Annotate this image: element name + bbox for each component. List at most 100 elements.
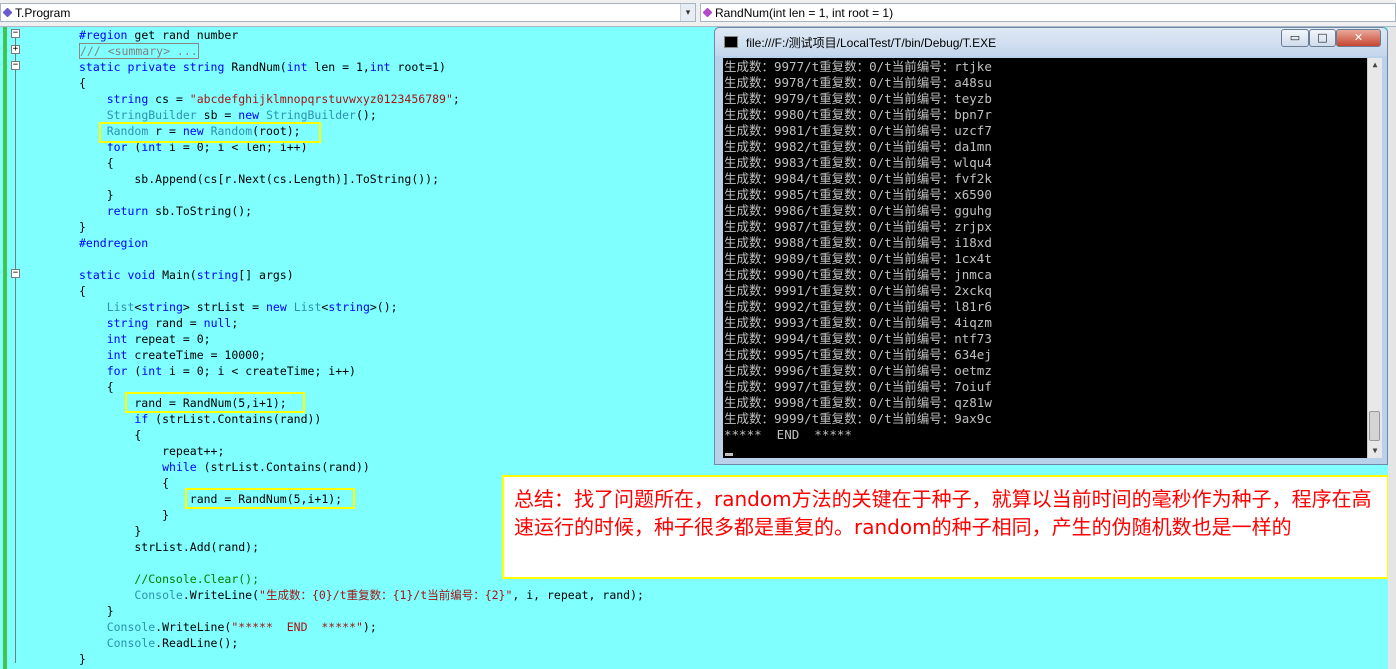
close-button[interactable]: ✕ <box>1336 29 1381 47</box>
code-line: } <box>79 651 86 667</box>
code-token: Main( <box>162 268 197 282</box>
maximize-button[interactable]: □ <box>1309 29 1336 47</box>
code-token: (); <box>355 108 377 122</box>
highlight-rand-call-2 <box>185 488 355 509</box>
code-line: { <box>79 75 86 91</box>
console-line: 生成数：9981/t重复数：0/t当前编号：uzcf7 <box>724 123 992 138</box>
console-line: 生成数：9992/t重复数：0/t当前编号：l81r6 <box>724 299 992 314</box>
code-line: StringBuilder sb = new StringBuilder(); <box>79 107 377 123</box>
code-token: .WriteLine( <box>182 588 260 602</box>
code-token: List <box>293 300 322 314</box>
code-token: len = 1, <box>307 60 370 74</box>
code-token: "***** END *****" <box>231 620 363 634</box>
class-dropdown[interactable]: T.Program ▾ <box>0 3 696 22</box>
console-window[interactable]: file:///F:/测试项目/LocalTest/T/bin/Debug/T.… <box>714 27 1388 465</box>
code-token: /// <summary> ... <box>79 43 199 59</box>
code-token: sb.Append(cs[r.Next(cs.Length)].ToString… <box>79 172 440 186</box>
code-token: repeat++; <box>79 444 225 458</box>
console-line: 生成数：9979/t重复数：0/t当前编号：teyzb <box>724 91 992 106</box>
console-titlebar[interactable]: file:///F:/测试项目/LocalTest/T/bin/Debug/T.… <box>715 28 1387 56</box>
scroll-down-icon[interactable]: ▼ <box>1368 444 1382 458</box>
method-icon <box>703 8 712 17</box>
code-token: cs = <box>148 92 190 106</box>
code-token: string <box>141 300 183 314</box>
console-line: ***** END ***** <box>724 427 852 442</box>
collapse-main-icon[interactable]: − <box>11 269 20 278</box>
code-line: string rand = null; <box>79 315 239 331</box>
code-line: } <box>79 187 114 203</box>
member-dropdown-label: RandNum(int len = 1, int root = 1) <box>715 6 894 20</box>
code-line: } <box>79 219 86 235</box>
outline-guide <box>15 38 16 663</box>
console-line: 生成数：9994/t重复数：0/t当前编号：ntf73 <box>724 331 992 346</box>
code-line: List<string> strList = new List<string>(… <box>79 299 398 315</box>
code-line: #endregion <box>79 235 148 251</box>
code-line: strList.Add(rand); <box>79 539 259 555</box>
console-scrollbar[interactable]: ▲ ▼ <box>1367 58 1382 458</box>
editor-scrollbar[interactable] <box>1388 27 1396 669</box>
code-line: { <box>79 155 114 171</box>
code-token: } <box>79 508 170 522</box>
code-token: "生成数：{0}/t重复数：{1}/t当前编号：{2}" <box>259 588 513 602</box>
code-token: return <box>106 204 149 218</box>
expand-summary-icon[interactable]: + <box>11 45 20 54</box>
console-title: file:///F:/测试项目/LocalTest/T/bin/Debug/T.… <box>746 36 997 50</box>
code-token: sb = <box>196 108 239 122</box>
change-tracking-bar <box>3 27 7 669</box>
code-token: string <box>328 300 370 314</box>
code-line: string cs = "abcdefghijklmnopqrstuvwxyz0… <box>79 91 460 107</box>
code-token: { <box>79 428 142 442</box>
code-token: { <box>79 76 86 90</box>
code-token: .ReadLine(); <box>155 636 239 650</box>
console-line: 生成数：9984/t重复数：0/t当前编号：fvf2k <box>724 171 992 186</box>
code-token: get rand number <box>127 28 239 42</box>
code-token: rand = <box>148 316 204 330</box>
code-token: "abcdefghijklmnopqrstuvwxyz0123456789" <box>189 92 453 106</box>
collapse-method-icon[interactable]: − <box>11 61 20 70</box>
code-token: { <box>79 156 114 170</box>
code-line: return sb.ToString(); <box>79 203 252 219</box>
code-token: } <box>79 604 114 618</box>
collapse-region-icon[interactable]: − <box>11 29 20 38</box>
code-token: StringBuilder <box>106 108 197 122</box>
code-line: { <box>79 475 169 491</box>
console-line: 生成数：9985/t重复数：0/t当前编号：x6590 <box>724 187 992 202</box>
console-cursor <box>725 453 733 456</box>
code-token: } <box>79 188 114 202</box>
code-token: string <box>106 316 149 330</box>
console-line: 生成数：9983/t重复数：0/t当前编号：wlqu4 <box>724 155 992 170</box>
code-line: { <box>79 379 114 395</box>
console-line: 生成数：9987/t重复数：0/t当前编号：zrjpx <box>724 219 992 234</box>
console-line: 生成数：9993/t重复数：0/t当前编号：4iqzm <box>724 315 992 330</box>
scroll-up-icon[interactable]: ▲ <box>1368 58 1382 72</box>
code-token: } <box>79 524 142 538</box>
code-token: } <box>79 220 86 234</box>
code-token: i = 0; i < createTime; i++) <box>162 364 356 378</box>
highlight-random-seed <box>99 122 321 143</box>
code-token: { <box>79 476 170 490</box>
code-token: new <box>238 108 266 122</box>
minimize-button[interactable]: ▭ <box>1281 29 1309 47</box>
console-line: 生成数：9986/t重复数：0/t当前编号：gguhg <box>724 203 992 218</box>
chevron-down-icon[interactable]: ▾ <box>680 4 695 21</box>
code-token: static void <box>79 268 163 282</box>
code-line: repeat++; <box>79 443 224 459</box>
member-dropdown[interactable]: RandNum(int len = 1, int root = 1) <box>700 3 1396 22</box>
code-token: root=1) <box>390 60 446 74</box>
code-token: strList.Add(rand); <box>79 540 260 554</box>
console-app-icon <box>724 36 738 48</box>
code-token: repeat = 0; <box>127 332 211 346</box>
console-line: 生成数：9991/t重复数：0/t当前编号：2xckq <box>724 283 992 298</box>
code-line: sb.Append(cs[r.Next(cs.Length)].ToString… <box>79 171 439 187</box>
code-token: int <box>106 348 128 362</box>
code-line: Console.WriteLine("***** END *****"); <box>79 619 377 635</box>
console-line: 生成数：9990/t重复数：0/t当前编号：jnmca <box>724 267 992 282</box>
scrollbar-thumb[interactable] <box>1369 411 1380 441</box>
code-token: int <box>369 60 391 74</box>
summary-note: 总结：找了问题所在，random方法的关键在于种子，就算以当前时间的毫秒作为种子… <box>502 475 1389 579</box>
